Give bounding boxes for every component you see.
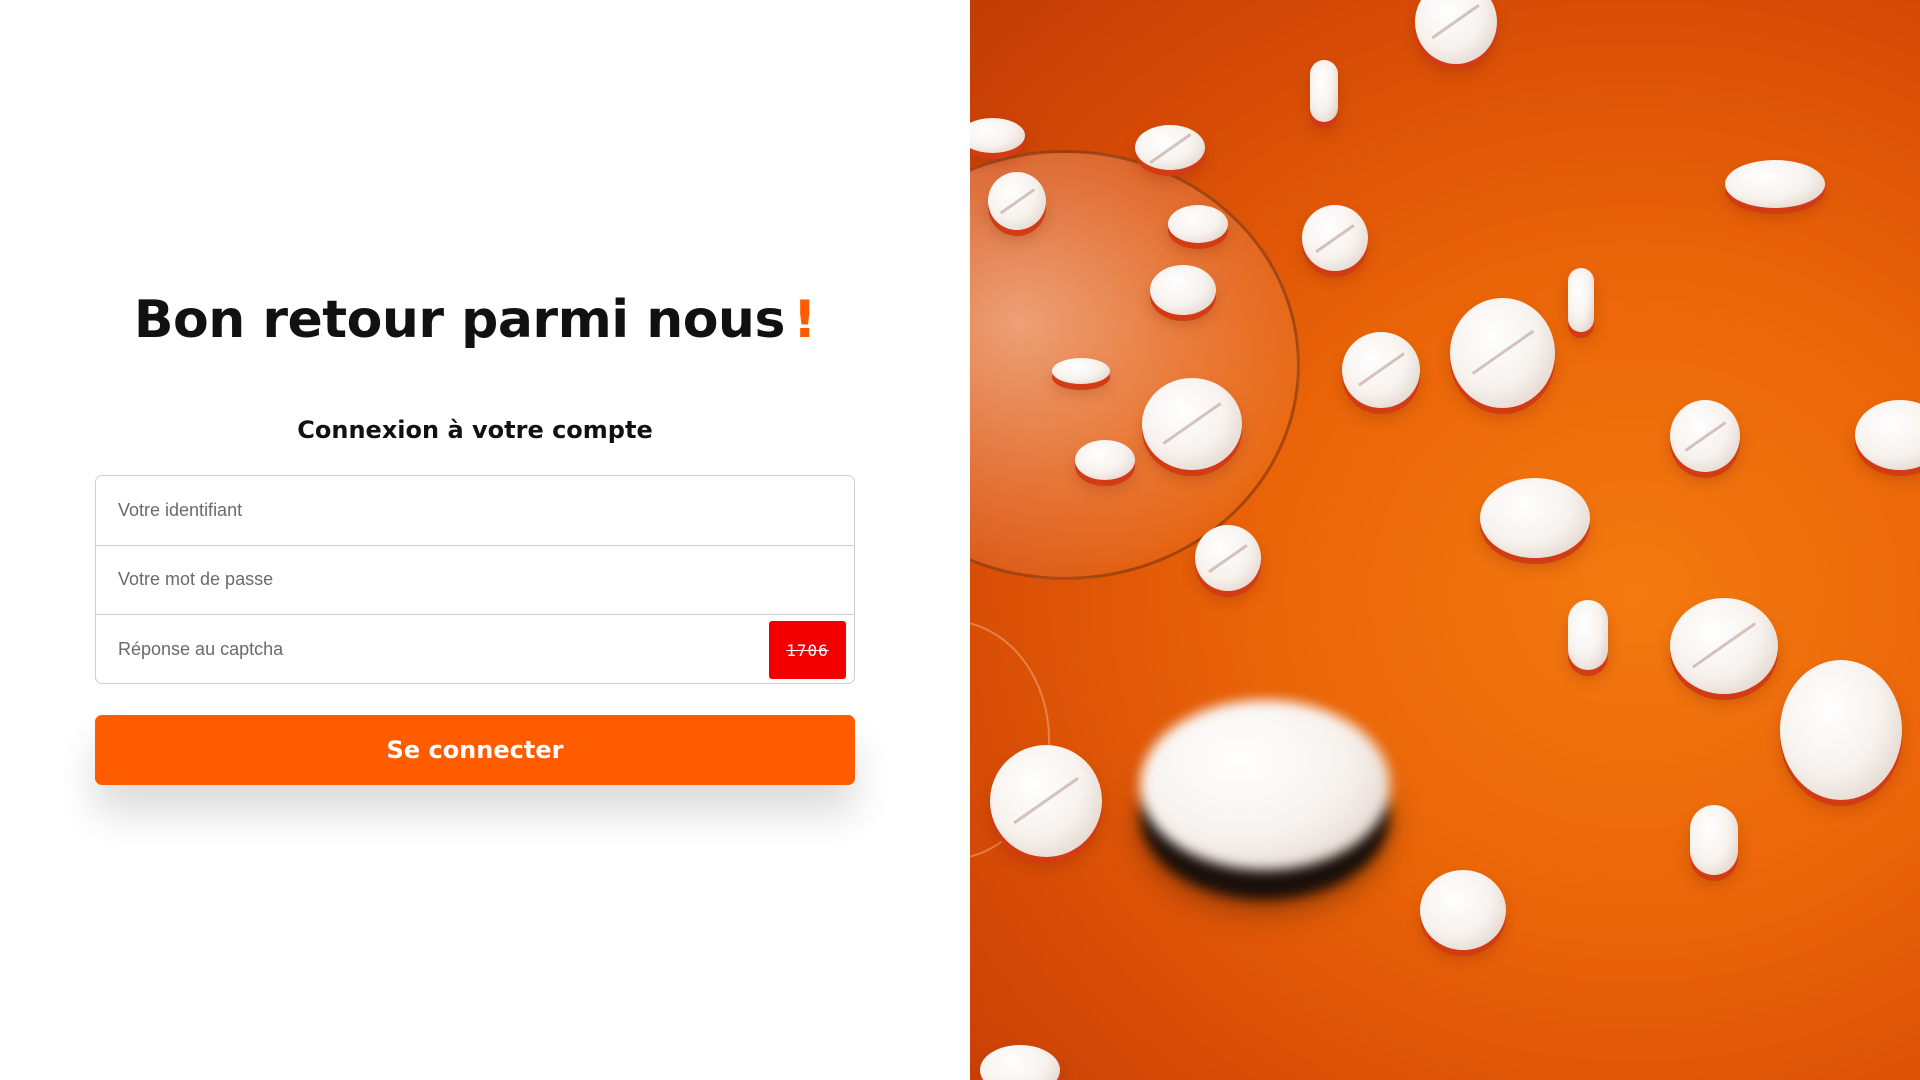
pill-icon [1142, 378, 1242, 470]
pill-icon [1195, 525, 1261, 591]
pill-icon [1075, 440, 1135, 480]
pill-icon [980, 1045, 1060, 1080]
pill-icon [988, 172, 1046, 230]
identifier-input[interactable] [96, 476, 854, 545]
captcha-image: 1706 [769, 621, 846, 679]
pill-icon [1568, 600, 1608, 670]
login-subtitle: Connexion à votre compte [297, 416, 653, 444]
hero-image [970, 0, 1920, 1080]
pill-icon [1670, 400, 1740, 472]
login-button[interactable]: Se connecter [95, 715, 855, 785]
pill-icon [1310, 60, 1338, 122]
pill-icon [1135, 125, 1205, 170]
pill-icon [1140, 700, 1390, 870]
captcha-input[interactable] [96, 615, 854, 683]
password-input[interactable] [96, 545, 854, 614]
pill-icon [970, 118, 1025, 153]
pill-icon [1690, 805, 1738, 875]
pill-icon [1302, 205, 1368, 271]
page-title-text: Bon retour parmi nous [133, 290, 786, 350]
pill-icon [1415, 0, 1497, 64]
pill-icon [1725, 160, 1825, 208]
login-form: 1706 [95, 475, 855, 684]
identifier-field-row [96, 476, 854, 546]
password-field-row [96, 545, 854, 615]
page-title: Bon retour parmi nous! [0, 290, 950, 350]
login-panel: Bon retour parmi nous! Connexion à votre… [0, 0, 970, 1080]
pill-icon [1568, 268, 1594, 332]
pill-icon [1855, 400, 1920, 470]
pill-icon [990, 745, 1102, 857]
pill-icon [1150, 265, 1216, 315]
captcha-field-row: 1706 [96, 615, 854, 683]
pill-icon [1480, 478, 1590, 558]
pill-icon [1780, 660, 1902, 800]
pill-icon [1342, 332, 1420, 408]
title-exclamation: ! [792, 290, 817, 350]
pill-icon [1168, 205, 1228, 243]
pill-icon [1420, 870, 1506, 950]
pill-icon [1052, 358, 1110, 384]
pill-icon [1450, 298, 1555, 408]
pill-icon [1670, 598, 1778, 694]
